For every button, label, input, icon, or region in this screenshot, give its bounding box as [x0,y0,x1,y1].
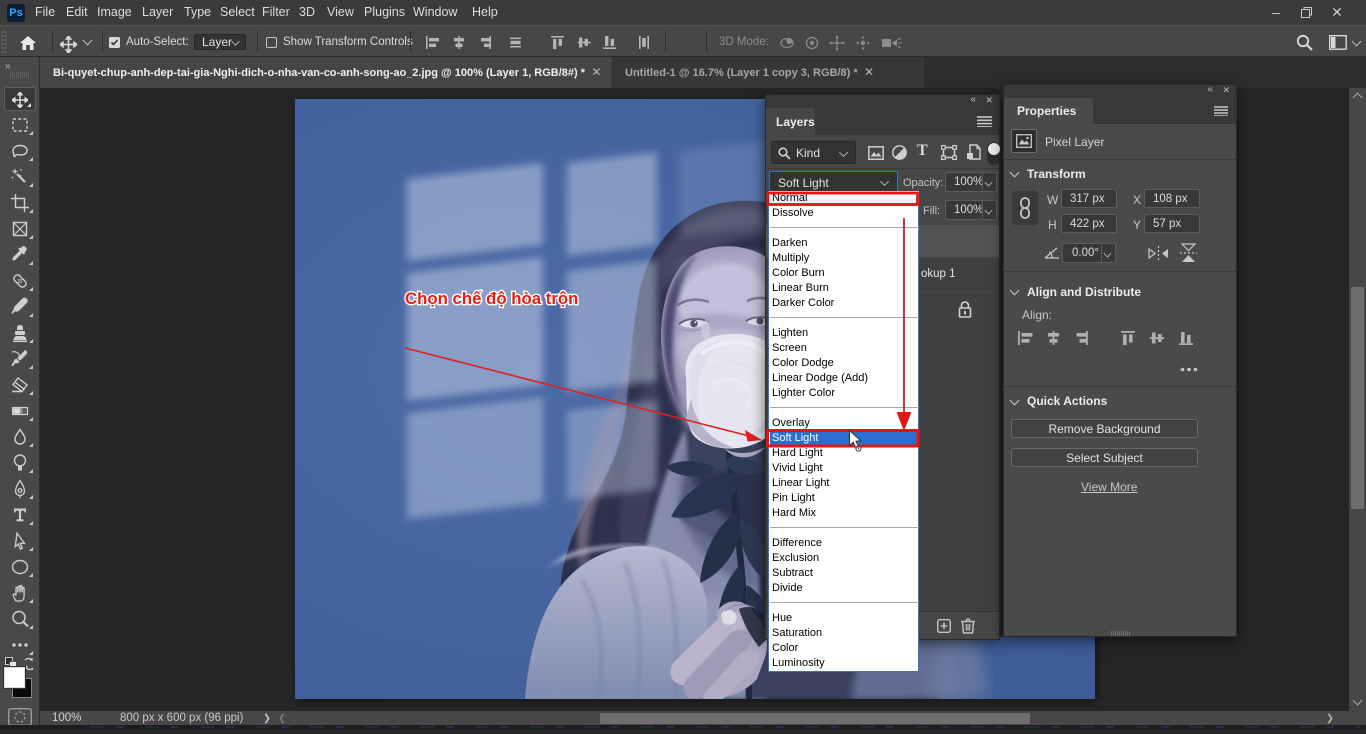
svg-text:Chọn chế độ hòa trộn: Chọn chế độ hòa trộn [405,289,578,308]
